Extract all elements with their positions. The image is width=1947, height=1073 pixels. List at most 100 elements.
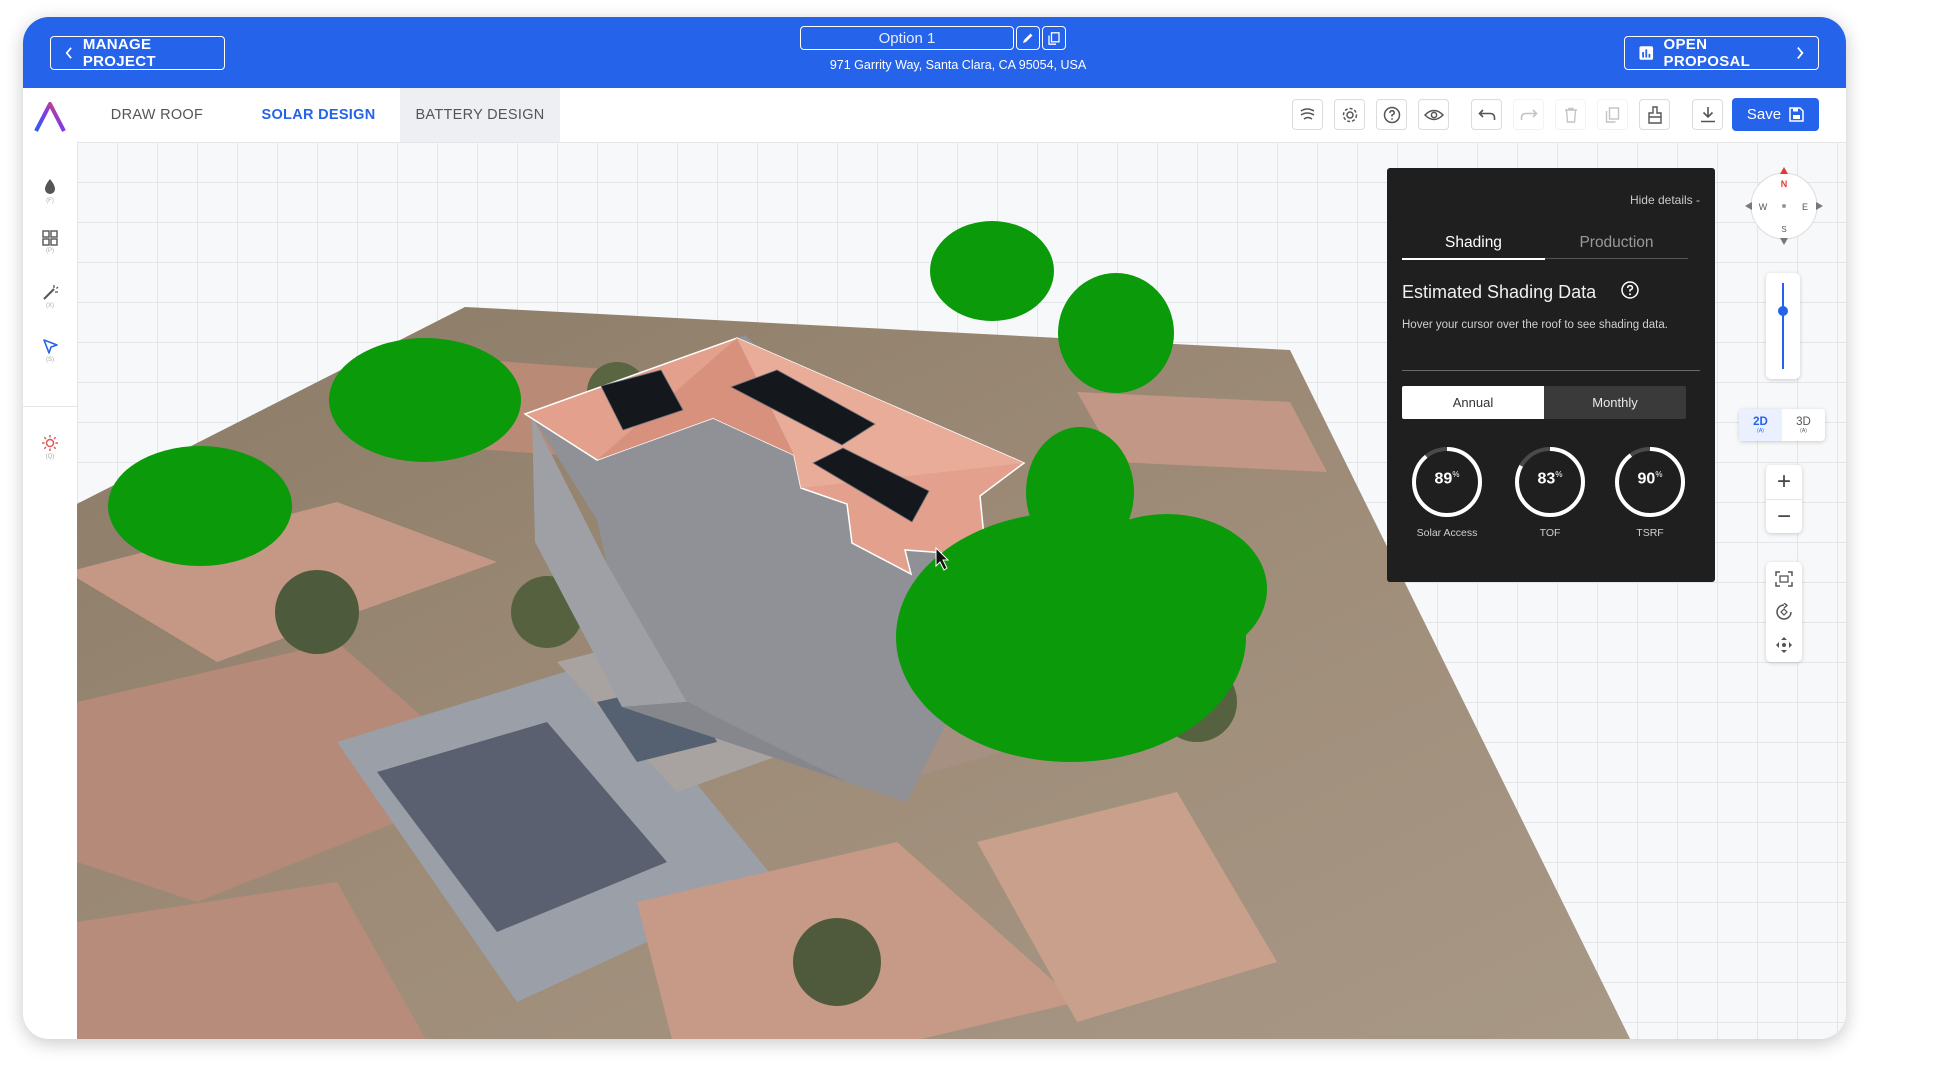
save-label: Save: [1746, 106, 1782, 123]
panel-divider: [1402, 370, 1700, 371]
help-icon: [1383, 106, 1400, 123]
top-bar: MANAGE PROJECT Option 1 971 Garrity Way,…: [23, 17, 1846, 88]
sidebar-key-hint: (P): [46, 248, 54, 254]
paint-icon: [1647, 105, 1662, 124]
tab-battery-design[interactable]: BATTERY DESIGN: [400, 88, 560, 142]
rotate-view-button[interactable]: [1766, 595, 1802, 628]
chart-icon: [1639, 46, 1654, 60]
eye-icon: [1423, 109, 1444, 120]
fit-screen-icon: [1775, 570, 1793, 587]
compass-s: S: [1781, 225, 1786, 234]
sun-icon: [42, 435, 58, 451]
gauge-value: 90%: [1637, 470, 1663, 488]
sidebar-item-magic[interactable]: (X): [32, 284, 68, 324]
project-address: 971 Garrity Way, Santa Clara, CA 95054, …: [829, 58, 1087, 72]
gauge-label: Solar Access: [1416, 527, 1478, 539]
app-window: MANAGE PROJECT Option 1 971 Garrity Way,…: [23, 17, 1846, 1039]
gauge-value: 83%: [1537, 470, 1563, 488]
option-name: Option 1: [878, 29, 936, 47]
hide-details-link[interactable]: Hide details -: [1630, 193, 1700, 207]
move-icon: [1776, 636, 1792, 653]
slider-thumb[interactable]: [1778, 306, 1788, 316]
gauge-label: TSRF: [1636, 527, 1664, 539]
duplicate-option-button[interactable]: [1042, 26, 1066, 50]
shading-details-panel: Hide details - Shading Production Estima…: [1387, 168, 1715, 582]
tilt-slider[interactable]: [1766, 273, 1800, 379]
visibility-button[interactable]: [1418, 99, 1449, 130]
open-proposal-button[interactable]: OPEN PROPOSAL: [1624, 36, 1819, 70]
zoom-in-button[interactable]: +: [1766, 465, 1802, 500]
annual-toggle[interactable]: Annual: [1402, 386, 1544, 419]
pan-view-button[interactable]: [1766, 628, 1802, 661]
left-sidebar: (F) (P) (X) (S) (Q): [23, 142, 78, 1039]
copy-button[interactable]: [1597, 99, 1628, 130]
compass-widget[interactable]: N E S W: [1744, 166, 1824, 246]
settings-icon: [1342, 107, 1357, 122]
sidebar-item-panels[interactable]: (P): [32, 230, 68, 270]
grid-icon: [42, 230, 58, 246]
delete-icon: [1564, 107, 1577, 123]
sidebar-item-select[interactable]: (S): [32, 338, 68, 378]
view-2d-button[interactable]: 2D (A): [1739, 409, 1782, 441]
help-button[interactable]: [1376, 99, 1407, 130]
open-proposal-label: OPEN PROPOSAL: [1663, 36, 1751, 70]
tsrf-gauge: 90% TSRF: [1612, 444, 1688, 540]
rotate-icon: [1776, 602, 1792, 620]
solar-access-gauge: 89% Solar Access: [1409, 444, 1485, 540]
option-name-field[interactable]: Option 1: [800, 26, 1014, 50]
gauge-value: 89%: [1434, 470, 1460, 488]
design-toolbar: DRAW ROOF SOLAR DESIGN BATTERY DESIGN Sa…: [23, 88, 1846, 143]
manage-project-button[interactable]: MANAGE PROJECT: [50, 36, 225, 70]
paint-button[interactable]: [1639, 99, 1670, 130]
shading-description: Hover your cursor over the roof to see s…: [1402, 319, 1668, 331]
compass-w: W: [1759, 202, 1768, 212]
redo-icon: [1520, 108, 1538, 120]
monthly-toggle[interactable]: Monthly: [1544, 386, 1686, 419]
download-button[interactable]: [1692, 99, 1723, 130]
tab-solar-design[interactable]: SOLAR DESIGN: [237, 88, 400, 142]
gauge-label: TOF: [1539, 527, 1561, 539]
copy-icon: [1048, 31, 1060, 45]
sidebar-key-hint: (Q): [45, 454, 55, 460]
view-dimension-toggle: 2D (A) 3D (A): [1739, 409, 1825, 441]
select-arrow-icon: [42, 339, 58, 354]
copy-icon: [1605, 106, 1620, 123]
compass-n: N: [1781, 179, 1788, 189]
help-icon[interactable]: [1620, 280, 1640, 300]
slider-track: [1782, 283, 1784, 369]
sidebar-item-sun[interactable]: (Q): [32, 434, 68, 474]
app-logo: [34, 102, 66, 132]
compass-north-arrow: [1780, 167, 1788, 174]
layers-button[interactable]: [1292, 99, 1323, 130]
undo-icon: [1477, 108, 1495, 120]
magic-wand-icon: [42, 285, 58, 300]
view-3d-button[interactable]: 3D (A): [1782, 409, 1825, 441]
chevron-right-icon: [1796, 46, 1804, 60]
tab-shading[interactable]: Shading: [1402, 234, 1545, 260]
zoom-controls: + −: [1766, 465, 1802, 533]
delete-button[interactable]: [1555, 99, 1586, 130]
tof-gauge: 83% TOF: [1512, 444, 1588, 540]
settings-button[interactable]: [1334, 99, 1365, 130]
fire-icon: [45, 179, 55, 194]
sidebar-key-hint: (S): [46, 357, 54, 363]
undo-button[interactable]: [1471, 99, 1502, 130]
tab-production[interactable]: Production: [1545, 234, 1688, 259]
download-icon: [1700, 107, 1715, 123]
rename-option-button[interactable]: [1016, 26, 1040, 50]
sidebar-key-hint: (F): [46, 198, 54, 204]
fit-view-button[interactable]: [1766, 562, 1802, 595]
shading-title: Estimated Shading Data: [1402, 282, 1597, 302]
sidebar-divider: [23, 406, 77, 407]
compass-e: E: [1802, 202, 1808, 212]
sidebar-key-hint: (X): [46, 303, 54, 309]
redo-button[interactable]: [1513, 99, 1544, 130]
save-button[interactable]: Save: [1732, 98, 1819, 131]
chevron-left-icon: [65, 47, 72, 59]
zoom-out-button[interactable]: −: [1766, 500, 1802, 534]
sidebar-item-fire[interactable]: (F): [32, 178, 68, 218]
manage-project-label: MANAGE PROJECT: [82, 36, 156, 70]
pencil-icon: [1023, 33, 1033, 43]
view-tools: [1766, 562, 1802, 662]
tab-draw-roof[interactable]: DRAW ROOF: [77, 88, 237, 142]
